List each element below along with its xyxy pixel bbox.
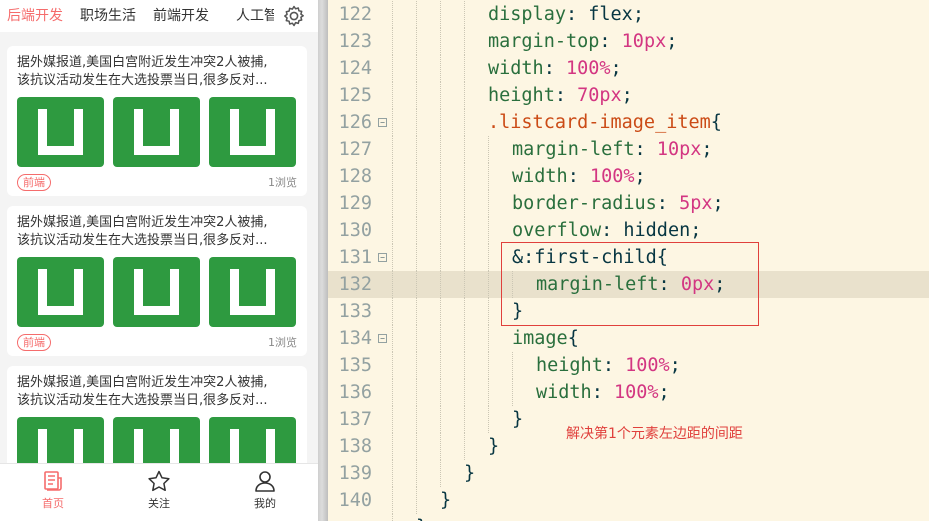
nav-home-label: 首页 bbox=[42, 497, 64, 510]
fold-toggle-icon[interactable]: − bbox=[378, 253, 387, 262]
code-line[interactable]: 123 margin-top: 10px; bbox=[328, 28, 929, 55]
annotation-note: 解决第1个元素左边距的间距 bbox=[566, 426, 743, 442]
code-text: } bbox=[392, 460, 475, 487]
app-preview: 后端开发 职场生活 前端开发 人工智能 据外媒报道,美国白宫附近发生冲突2人被捕… bbox=[0, 0, 318, 521]
code-line[interactable]: 140} bbox=[328, 487, 929, 514]
code-line[interactable]: 127 margin-left: 10px; bbox=[328, 136, 929, 163]
nav-profile-label: 我的 bbox=[254, 497, 276, 510]
line-number: 130 bbox=[338, 220, 372, 241]
code-line[interactable]: 135 height: 100%; bbox=[328, 352, 929, 379]
line-number: 138 bbox=[338, 436, 372, 457]
line-number: 127 bbox=[338, 139, 372, 160]
code-text: } bbox=[392, 406, 523, 433]
code-line[interactable]: 126− .listcard-image_item{ bbox=[328, 109, 929, 136]
line-number: 129 bbox=[338, 193, 372, 214]
code-text: border-radius: 5px; bbox=[392, 190, 724, 217]
code-line[interactable]: 125 height: 70px; bbox=[328, 82, 929, 109]
card-image bbox=[17, 257, 104, 327]
card-title: 据外媒报道,美国白宫附近发生冲突2人被捕, 该抗议活动发生在大选投票当日,很多反… bbox=[17, 375, 268, 408]
news-icon bbox=[44, 471, 62, 491]
code-text: width: 100%; bbox=[392, 379, 670, 406]
gear-icon[interactable] bbox=[280, 2, 308, 30]
code-line[interactable]: 124 width: 100%; bbox=[328, 55, 929, 82]
code-text: margin-top: 10px; bbox=[392, 28, 677, 55]
category-tag: 前端 bbox=[17, 334, 51, 351]
code-text: height: 70px; bbox=[392, 82, 633, 109]
code-line[interactable]: 139} bbox=[328, 460, 929, 487]
line-number: 128 bbox=[338, 166, 372, 187]
tab-ai[interactable]: 人工智能 bbox=[236, 0, 274, 32]
code-text: .listcard-image_item{ bbox=[392, 109, 722, 136]
line-number: 137 bbox=[338, 409, 372, 430]
line-number: 126 bbox=[338, 112, 372, 133]
line-number: 123 bbox=[338, 31, 372, 52]
code-line[interactable]: 136 width: 100%; bbox=[328, 379, 929, 406]
code-text: height: 100%; bbox=[392, 352, 681, 379]
nav-follow-label: 关注 bbox=[148, 497, 170, 510]
category-tag: 前端 bbox=[17, 174, 51, 191]
code-text: display: flex; bbox=[392, 1, 644, 28]
line-number: 139 bbox=[338, 463, 372, 484]
card-image bbox=[209, 257, 296, 327]
code-line[interactable]: 128 width: 100%; bbox=[328, 163, 929, 190]
fold-toggle-icon[interactable]: − bbox=[378, 334, 387, 343]
code-editor[interactable]: 122 display: flex; 123 margin-top: 10px; 124… bbox=[328, 0, 929, 521]
tab-backend[interactable]: 后端开发 bbox=[7, 0, 63, 32]
list-card[interactable]: 据外媒报道,美国白宫附近发生冲突2人被捕, 该抗议活动发生在大选投票当日,很多反… bbox=[7, 46, 307, 196]
line-number: 134 bbox=[338, 328, 372, 349]
fold-toggle-icon[interactable]: − bbox=[378, 118, 387, 127]
card-image bbox=[113, 257, 200, 327]
tab-frontend[interactable]: 前端开发 bbox=[153, 0, 209, 32]
pane-divider[interactable] bbox=[318, 0, 328, 521]
card-images bbox=[17, 97, 297, 167]
code-text: width: 100%; bbox=[392, 55, 622, 82]
code-line[interactable]: } bbox=[328, 514, 929, 521]
line-number: 125 bbox=[338, 85, 372, 106]
code-text: image{ bbox=[392, 325, 579, 352]
line-number: 131 bbox=[338, 247, 372, 268]
code-text: } bbox=[392, 514, 427, 521]
card-title: 据外媒报道,美国白宫附近发生冲突2人被捕, 该抗议活动发生在大选投票当日,很多反… bbox=[17, 215, 268, 248]
highlight-box bbox=[501, 242, 759, 326]
code-line[interactable]: 130 overflow: hidden; bbox=[328, 217, 929, 244]
code-text: margin-left: 10px; bbox=[392, 136, 713, 163]
code-line[interactable]: 122 display: flex; bbox=[328, 1, 929, 28]
card-title: 据外媒报道,美国白宫附近发生冲突2人被捕, 该抗议活动发生在大选投票当日,很多反… bbox=[17, 55, 268, 88]
card-image bbox=[17, 97, 104, 167]
tab-career[interactable]: 职场生活 bbox=[80, 0, 136, 32]
code-line[interactable]: 134− image{ bbox=[328, 325, 929, 352]
bottom-nav: 首页 关注 我的 bbox=[0, 463, 318, 521]
nav-home[interactable]: 首页 bbox=[0, 464, 106, 521]
view-count: 1浏览 bbox=[268, 176, 297, 189]
view-count: 1浏览 bbox=[268, 336, 297, 349]
line-number: 135 bbox=[338, 355, 372, 376]
code-line[interactable]: 129 border-radius: 5px; bbox=[328, 190, 929, 217]
card-image bbox=[113, 97, 200, 167]
list-card[interactable]: 据外媒报道,美国白宫附近发生冲突2人被捕, 该抗议活动发生在大选投票当日,很多反… bbox=[7, 206, 307, 356]
line-number: 140 bbox=[338, 490, 372, 511]
line-number: 136 bbox=[338, 382, 372, 403]
card-images bbox=[17, 257, 297, 327]
line-number: 124 bbox=[338, 58, 372, 79]
line-number: 132 bbox=[338, 274, 372, 295]
code-text: } bbox=[392, 433, 499, 460]
code-text: overflow: hidden; bbox=[392, 217, 701, 244]
line-number: 133 bbox=[338, 301, 372, 322]
nav-profile[interactable]: 我的 bbox=[212, 464, 318, 521]
code-text: } bbox=[392, 487, 451, 514]
star-icon bbox=[148, 470, 170, 492]
nav-follow[interactable]: 关注 bbox=[106, 464, 212, 521]
code-text: width: 100%; bbox=[392, 163, 646, 190]
user-icon bbox=[255, 471, 275, 492]
card-image bbox=[209, 97, 296, 167]
line-number: 122 bbox=[338, 4, 372, 25]
